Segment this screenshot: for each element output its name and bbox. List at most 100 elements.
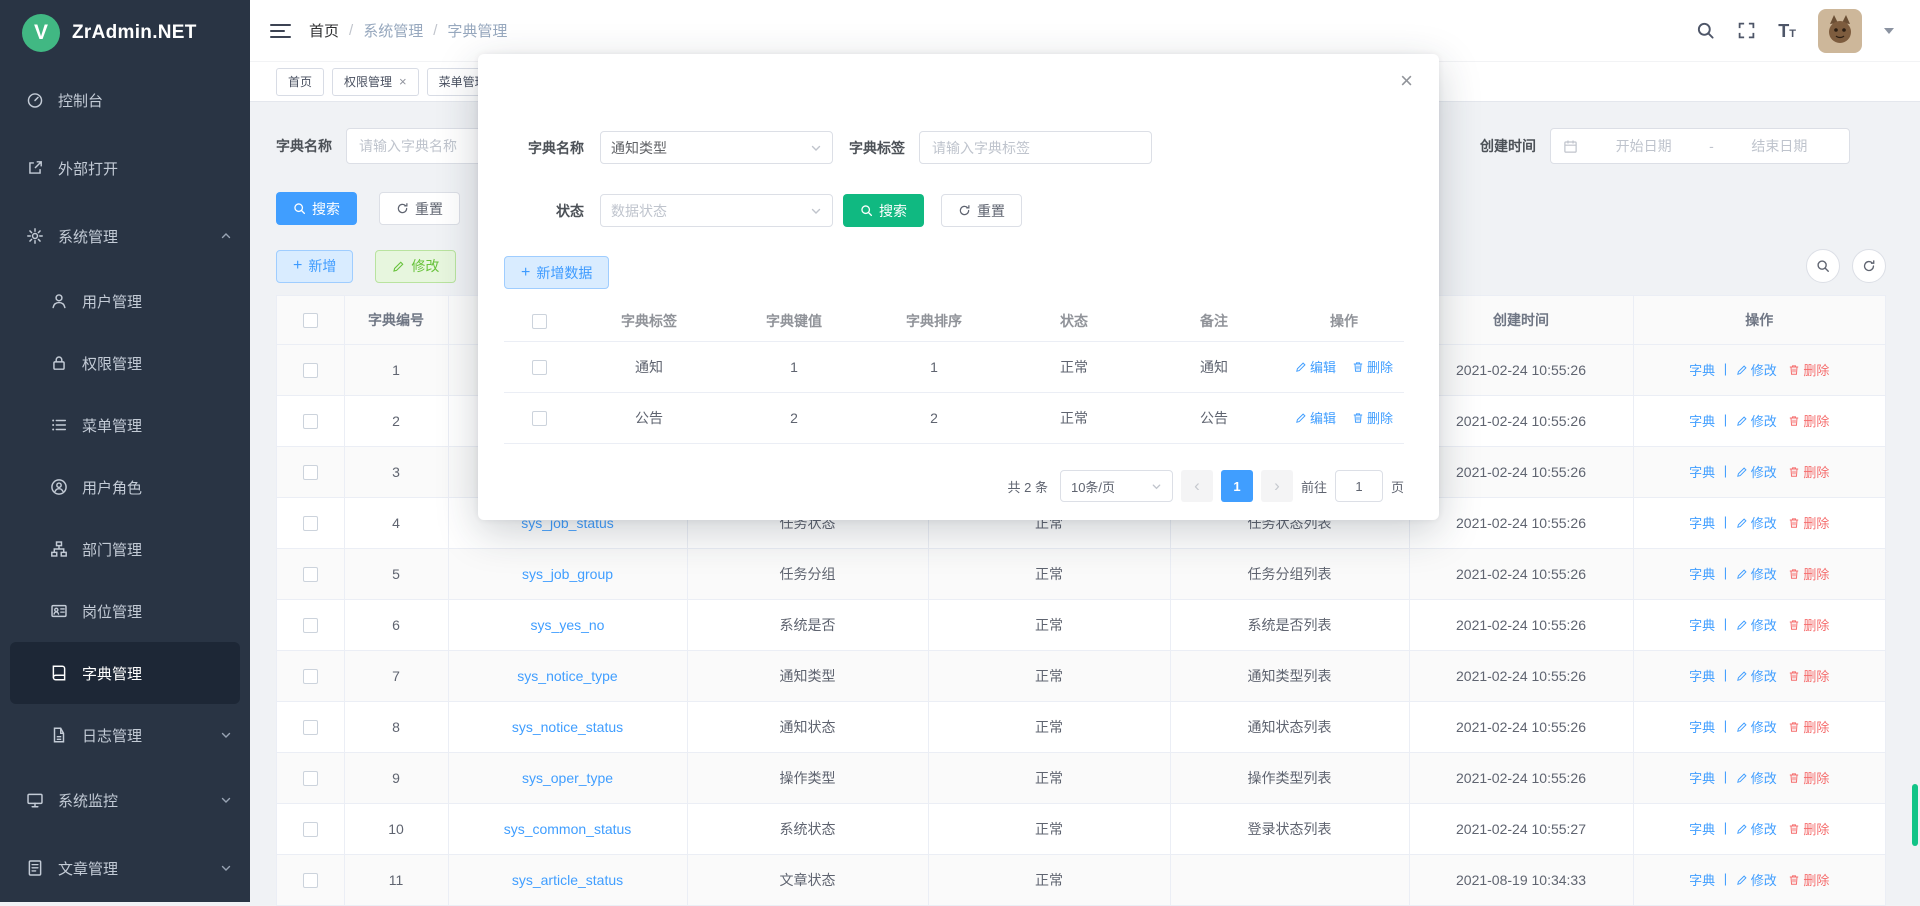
edit-button[interactable]: 修改 [375, 250, 456, 283]
delete-link[interactable]: 删除 [1788, 819, 1829, 838]
edit-link[interactable]: 修改 [1736, 768, 1777, 787]
dict-type-link[interactable]: sys_oper_type [522, 770, 613, 786]
tab-permission[interactable]: 权限管理 × [332, 68, 419, 96]
font-size-icon[interactable]: TT [1778, 22, 1796, 40]
row-checkbox[interactable] [303, 822, 318, 837]
page-size-select[interactable]: 10条/页 [1060, 470, 1173, 502]
fullscreen-icon[interactable] [1737, 21, 1756, 40]
sidebar-item-logs[interactable]: 日志管理 [0, 704, 250, 766]
delete-link[interactable]: 删除 [1788, 360, 1829, 379]
dict-link[interactable]: 字典 [1689, 870, 1715, 889]
reset-button[interactable]: 重置 [379, 192, 460, 225]
dict-type-link[interactable]: sys_common_status [504, 821, 632, 837]
dict-link[interactable]: 字典 [1689, 666, 1715, 685]
dict-link[interactable]: 字典 [1689, 564, 1715, 583]
status-select[interactable]: 数据状态 [600, 194, 833, 227]
delete-link[interactable]: 删除 [1788, 666, 1829, 685]
breadcrumb-system[interactable]: 系统管理 [363, 20, 423, 41]
row-checkbox[interactable] [303, 720, 318, 735]
edit-link[interactable]: 修改 [1736, 717, 1777, 736]
dict-type-link[interactable]: sys_article_status [512, 872, 623, 888]
dict-type-link[interactable]: sys_job_group [522, 566, 613, 582]
dict-type-link[interactable]: sys_notice_status [512, 719, 623, 735]
close-icon[interactable]: × [1400, 70, 1413, 92]
dict-link[interactable]: 字典 [1689, 819, 1715, 838]
row-checkbox[interactable] [303, 516, 318, 531]
delete-link[interactable]: 删除 [1788, 513, 1829, 532]
sidebar-item-posts[interactable]: 岗位管理 [0, 580, 250, 642]
row-checkbox[interactable] [532, 360, 547, 375]
sidebar-item-permissions[interactable]: 权限管理 [0, 332, 250, 394]
dict-link[interactable]: 字典 [1689, 717, 1715, 736]
sidebar-toggle-icon[interactable] [270, 24, 291, 38]
refresh-table-button[interactable] [1852, 249, 1886, 283]
delete-link[interactable]: 删除 [1788, 717, 1829, 736]
dict-link[interactable]: 字典 [1689, 615, 1715, 634]
date-range-picker[interactable]: 开始日期 - 结束日期 [1550, 128, 1850, 164]
toggle-search-button[interactable] [1806, 249, 1840, 283]
row-checkbox[interactable] [303, 567, 318, 582]
sidebar-item-users[interactable]: 用户管理 [0, 270, 250, 332]
dict-link[interactable]: 字典 [1689, 411, 1715, 430]
dict-link[interactable]: 字典 [1689, 513, 1715, 532]
dict-link[interactable]: 字典 [1689, 360, 1715, 379]
avatar[interactable] [1818, 9, 1862, 53]
modal-select-all-checkbox[interactable] [532, 314, 547, 329]
edit-link[interactable]: 修改 [1736, 462, 1777, 481]
dict-link[interactable]: 字典 [1689, 768, 1715, 787]
chevron-down-icon[interactable] [1884, 28, 1894, 39]
row-checkbox[interactable] [303, 669, 318, 684]
delete-link[interactable]: 删除 [1788, 564, 1829, 583]
row-checkbox[interactable] [303, 414, 318, 429]
delete-link[interactable]: 删除 [1788, 411, 1829, 430]
edit-link[interactable]: 编辑 [1295, 357, 1336, 376]
page-1-button[interactable]: 1 [1221, 470, 1253, 502]
sidebar-item-dashboard[interactable]: 控制台 [0, 66, 250, 134]
sidebar-item-external[interactable]: 外部打开 [0, 134, 250, 202]
edit-link[interactable]: 修改 [1736, 513, 1777, 532]
edit-link[interactable]: 修改 [1736, 819, 1777, 838]
row-checkbox[interactable] [532, 411, 547, 426]
prev-page-button[interactable]: ‹ [1181, 470, 1213, 502]
edit-link[interactable]: 修改 [1736, 360, 1777, 379]
breadcrumb-home[interactable]: 首页 [309, 20, 339, 41]
dict-type-link[interactable]: sys_notice_type [517, 668, 617, 684]
modal-search-button[interactable]: 搜索 [843, 194, 924, 227]
dict-label-input[interactable] [919, 131, 1152, 164]
close-icon[interactable]: × [399, 75, 407, 88]
edit-link[interactable]: 编辑 [1295, 408, 1336, 427]
breadcrumb-dictionary[interactable]: 字典管理 [447, 20, 507, 41]
edit-link[interactable]: 修改 [1736, 870, 1777, 889]
dict-link[interactable]: 字典 [1689, 462, 1715, 481]
row-checkbox[interactable] [303, 771, 318, 786]
delete-link[interactable]: 删除 [1788, 615, 1829, 634]
scrollbar-thumb[interactable] [1912, 784, 1918, 846]
search-button[interactable]: 搜索 [276, 192, 357, 225]
sidebar-item-departments[interactable]: 部门管理 [0, 518, 250, 580]
delete-link[interactable]: 删除 [1352, 408, 1393, 427]
delete-link[interactable]: 删除 [1788, 870, 1829, 889]
dict-type-link[interactable]: sys_yes_no [531, 617, 605, 633]
row-checkbox[interactable] [303, 618, 318, 633]
dict-name-select[interactable]: 通知类型 [600, 131, 833, 164]
select-all-checkbox[interactable] [303, 313, 318, 328]
sidebar-item-articles[interactable]: 文章管理 [0, 834, 250, 902]
modal-reset-button[interactable]: 重置 [941, 194, 1022, 227]
tab-home[interactable]: 首页 [276, 68, 324, 96]
add-data-button[interactable]: + 新增数据 [504, 256, 609, 289]
delete-link[interactable]: 删除 [1788, 768, 1829, 787]
next-page-button[interactable]: › [1261, 470, 1293, 502]
sidebar-item-system[interactable]: 系统管理 [0, 202, 250, 270]
delete-link[interactable]: 删除 [1788, 462, 1829, 481]
edit-link[interactable]: 修改 [1736, 666, 1777, 685]
edit-link[interactable]: 修改 [1736, 564, 1777, 583]
add-button[interactable]: + 新增 [276, 250, 353, 283]
row-checkbox[interactable] [303, 873, 318, 888]
sidebar-item-menus[interactable]: 菜单管理 [0, 394, 250, 456]
row-checkbox[interactable] [303, 465, 318, 480]
goto-page-input[interactable] [1335, 470, 1383, 502]
edit-link[interactable]: 修改 [1736, 615, 1777, 634]
delete-link[interactable]: 删除 [1352, 357, 1393, 376]
sidebar-item-monitor[interactable]: 系统监控 [0, 766, 250, 834]
row-checkbox[interactable] [303, 363, 318, 378]
